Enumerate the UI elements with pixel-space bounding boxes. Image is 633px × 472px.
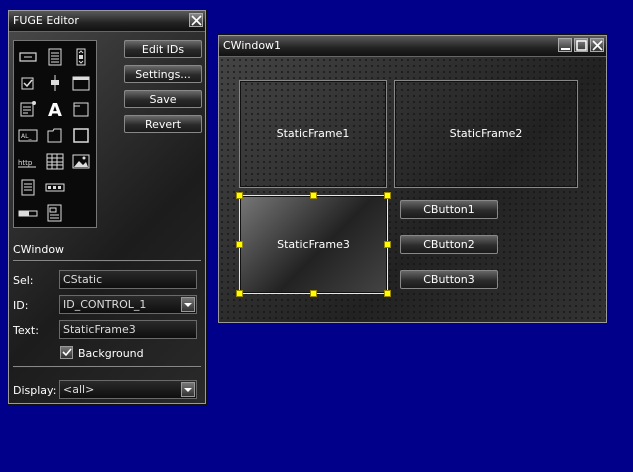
panel-icon[interactable] bbox=[71, 125, 91, 145]
minimize-icon bbox=[561, 48, 570, 50]
sel-label: Sel: bbox=[13, 274, 34, 287]
save-button[interactable]: Save bbox=[124, 90, 202, 108]
id-select[interactable]: ID_CONTROL_1 bbox=[59, 295, 197, 314]
label-icon[interactable]: AL_ bbox=[18, 125, 38, 145]
dropdown-button[interactable] bbox=[181, 297, 195, 312]
divider bbox=[13, 260, 201, 262]
cbutton-2[interactable]: CButton2 bbox=[400, 235, 498, 254]
frame-icon[interactable] bbox=[71, 99, 91, 119]
resize-handle-n[interactable] bbox=[310, 192, 317, 199]
minimize-button[interactable] bbox=[558, 38, 572, 52]
slider-icon[interactable] bbox=[45, 73, 65, 93]
editor-title: FUGE Editor bbox=[13, 14, 79, 27]
cbutton-1[interactable]: CButton1 bbox=[400, 200, 498, 219]
static-frame-2-label: StaticFrame2 bbox=[449, 127, 523, 140]
id-label: ID: bbox=[13, 299, 29, 312]
chevron-down-icon bbox=[184, 388, 192, 392]
editor-titlebar[interactable]: FUGE Editor bbox=[9, 11, 205, 32]
spinner-icon[interactable] bbox=[45, 177, 65, 197]
grid-icon[interactable] bbox=[45, 151, 65, 171]
sel-field[interactable]: CStatic bbox=[59, 270, 197, 289]
progress-icon[interactable] bbox=[18, 203, 38, 223]
close-icon bbox=[191, 15, 202, 26]
tab-icon[interactable] bbox=[45, 125, 65, 145]
cwindow-titlebar[interactable]: CWindow1 bbox=[219, 36, 606, 57]
svg-text:AL_: AL_ bbox=[21, 133, 32, 140]
fuge-editor-window: FUGE Editor A AL_ http Edit IDs Settings… bbox=[8, 10, 206, 404]
resize-handle-se[interactable] bbox=[384, 290, 391, 297]
resize-handle-s[interactable] bbox=[310, 290, 317, 297]
dialog-icon[interactable] bbox=[45, 203, 65, 223]
close-icon bbox=[592, 40, 603, 51]
settings-button[interactable]: Settings... bbox=[124, 65, 202, 83]
static-frame-2[interactable]: StaticFrame2 bbox=[394, 80, 578, 188]
display-select[interactable]: <all> bbox=[59, 380, 197, 399]
editor-close-button[interactable] bbox=[189, 13, 203, 27]
cbutton-3[interactable]: CButton3 bbox=[400, 270, 498, 289]
static-frame-1[interactable]: StaticFrame1 bbox=[239, 80, 387, 188]
svg-text:http: http bbox=[18, 159, 33, 167]
id-select-value: ID_CONTROL_1 bbox=[63, 298, 147, 311]
scrollbar-icon[interactable] bbox=[71, 47, 91, 67]
display-select-value: <all> bbox=[63, 383, 95, 396]
text-label: Text: bbox=[13, 324, 39, 337]
dropdown-button[interactable] bbox=[181, 382, 195, 397]
static-frame-3-selected[interactable]: StaticFrame3 bbox=[239, 195, 388, 294]
resize-handle-sw[interactable] bbox=[236, 290, 243, 297]
resize-handle-e[interactable] bbox=[384, 241, 391, 248]
maximize-button[interactable] bbox=[574, 38, 588, 52]
control-palette: A AL_ http bbox=[13, 40, 97, 228]
static-frame-3-label: StaticFrame3 bbox=[277, 237, 350, 251]
resize-handle-ne[interactable] bbox=[384, 192, 391, 199]
editbox-icon[interactable] bbox=[18, 99, 38, 119]
document-icon[interactable] bbox=[18, 177, 38, 197]
revert-button[interactable]: Revert bbox=[124, 115, 202, 133]
cwindow1-window: CWindow1 StaticFrame1 StaticFrame2 Stati… bbox=[218, 35, 607, 323]
window-class-label: CWindow bbox=[13, 243, 65, 256]
edit-ids-button[interactable]: Edit IDs bbox=[124, 40, 202, 58]
resize-handle-nw[interactable] bbox=[236, 192, 243, 199]
chevron-down-icon bbox=[184, 303, 192, 307]
static-text-icon[interactable]: A bbox=[45, 99, 65, 121]
close-button[interactable] bbox=[590, 38, 604, 52]
background-label: Background bbox=[78, 347, 144, 360]
checkmark-icon bbox=[62, 348, 72, 357]
static-frame-1-label: StaticFrame1 bbox=[276, 127, 350, 140]
checkbox-icon[interactable] bbox=[18, 73, 38, 93]
button-icon[interactable] bbox=[18, 47, 38, 67]
cwindow-client-area[interactable]: StaticFrame1 StaticFrame2 StaticFrame3 C… bbox=[219, 57, 606, 322]
svg-text:A: A bbox=[48, 100, 62, 119]
resize-handle-w[interactable] bbox=[236, 241, 243, 248]
divider bbox=[13, 366, 201, 368]
image-icon[interactable] bbox=[71, 151, 91, 171]
background-checkbox[interactable] bbox=[60, 346, 73, 359]
listbox-icon[interactable] bbox=[45, 47, 65, 67]
cwindow-title: CWindow1 bbox=[223, 39, 282, 52]
maximize-icon bbox=[576, 40, 587, 51]
text-input[interactable]: StaticFrame3 bbox=[59, 320, 197, 339]
hyperlink-icon[interactable]: http bbox=[18, 151, 38, 171]
display-label: Display: bbox=[13, 384, 57, 397]
window-icon[interactable] bbox=[71, 73, 91, 93]
